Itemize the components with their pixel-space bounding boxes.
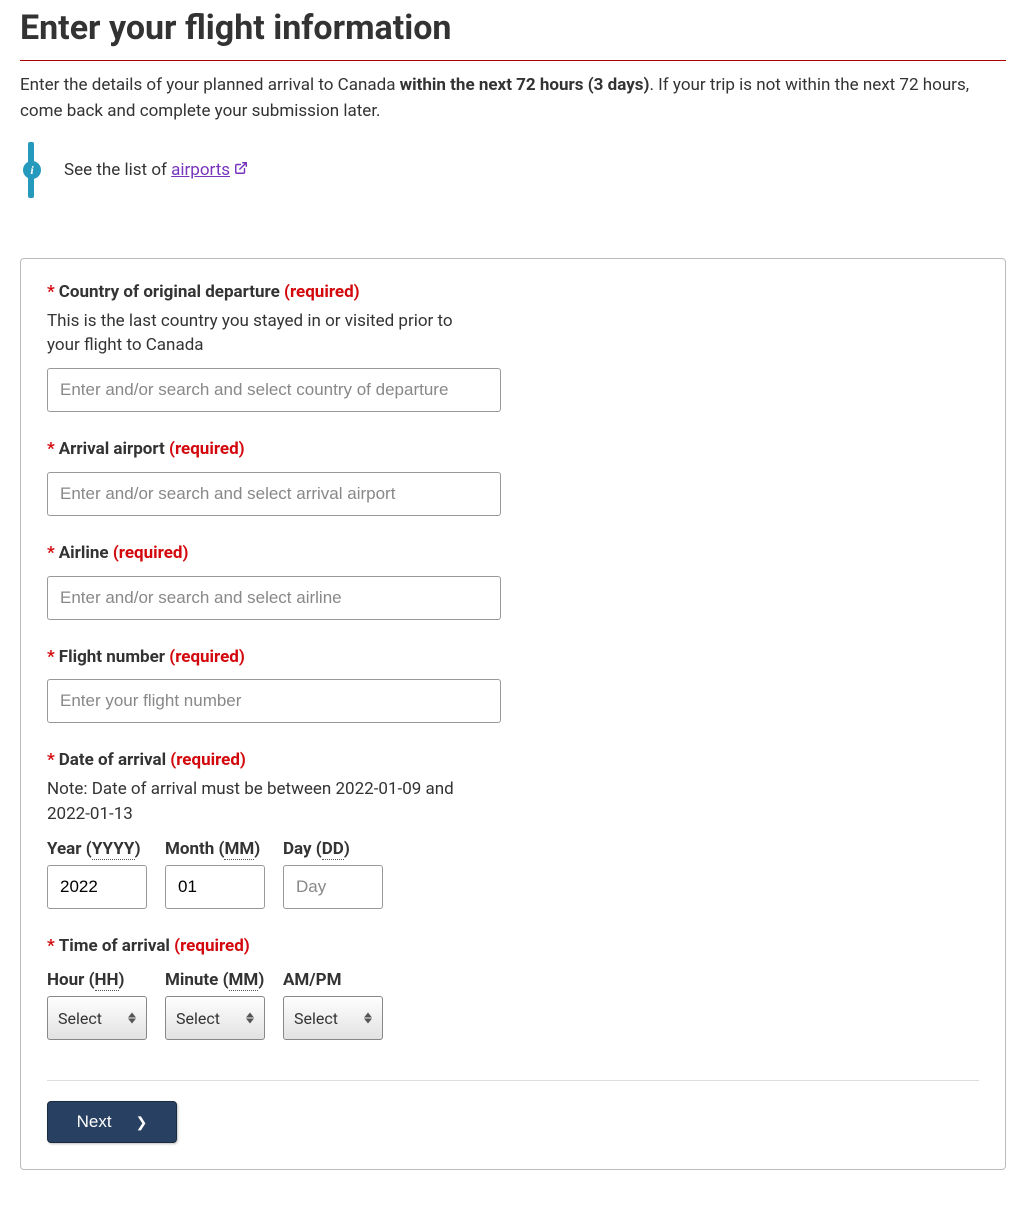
day-label: Day (DD) (283, 839, 383, 859)
external-link-icon (234, 160, 248, 180)
airline-input[interactable] (47, 576, 501, 620)
flight-form: *Country of original departure (required… (20, 258, 1006, 1170)
flight-number-label: *Flight number (required) (47, 646, 507, 670)
flight-number-group: *Flight number (required) (47, 646, 507, 724)
country-help: This is the last country you stayed in o… (47, 309, 487, 358)
info-banner: i See the list of airports (20, 142, 1006, 198)
hour-label: Hour (HH) (47, 970, 147, 990)
country-group: *Country of original departure (required… (47, 281, 507, 412)
airline-label: *Airline (required) (47, 542, 507, 566)
airport-group: *Arrival airport (required) (47, 438, 507, 516)
info-text: See the list of airports (64, 160, 248, 180)
year-label: Year (YYYY) (47, 839, 147, 859)
country-label: *Country of original departure (required… (47, 281, 507, 305)
airports-link[interactable]: airports (171, 160, 248, 180)
flight-number-input[interactable] (47, 679, 501, 723)
ampm-select[interactable]: Select (283, 996, 383, 1040)
chevron-right-icon: ❯ (136, 1114, 148, 1131)
intro-text: Enter the details of your planned arriva… (20, 73, 1006, 124)
airport-input[interactable] (47, 472, 501, 516)
date-note: Note: Date of arrival must be between 20… (47, 777, 487, 826)
country-input[interactable] (47, 368, 501, 412)
page-title: Enter your flight information (20, 0, 1006, 61)
year-input[interactable] (47, 865, 147, 909)
time-group: *Time of arrival (required) Hour (HH) Se… (47, 935, 507, 1041)
next-button[interactable]: Next ❯ (47, 1101, 177, 1143)
chevron-updown-icon (128, 1013, 138, 1024)
minute-label: Minute (MM) (165, 970, 265, 990)
ampm-label: AM/PM (283, 970, 383, 990)
hour-select[interactable]: Select (47, 996, 147, 1040)
airline-group: *Airline (required) (47, 542, 507, 620)
minute-select[interactable]: Select (165, 996, 265, 1040)
date-group: *Date of arrival (required) Note: Date o… (47, 749, 507, 908)
day-input[interactable] (283, 865, 383, 909)
chevron-updown-icon (364, 1013, 374, 1024)
airport-label: *Arrival airport (required) (47, 438, 507, 462)
time-label: *Time of arrival (required) (47, 935, 507, 959)
chevron-updown-icon (246, 1013, 256, 1024)
divider (47, 1080, 979, 1081)
month-label: Month (MM) (165, 839, 265, 859)
info-icon: i (23, 161, 41, 179)
month-input[interactable] (165, 865, 265, 909)
date-label: *Date of arrival (required) (47, 749, 507, 773)
